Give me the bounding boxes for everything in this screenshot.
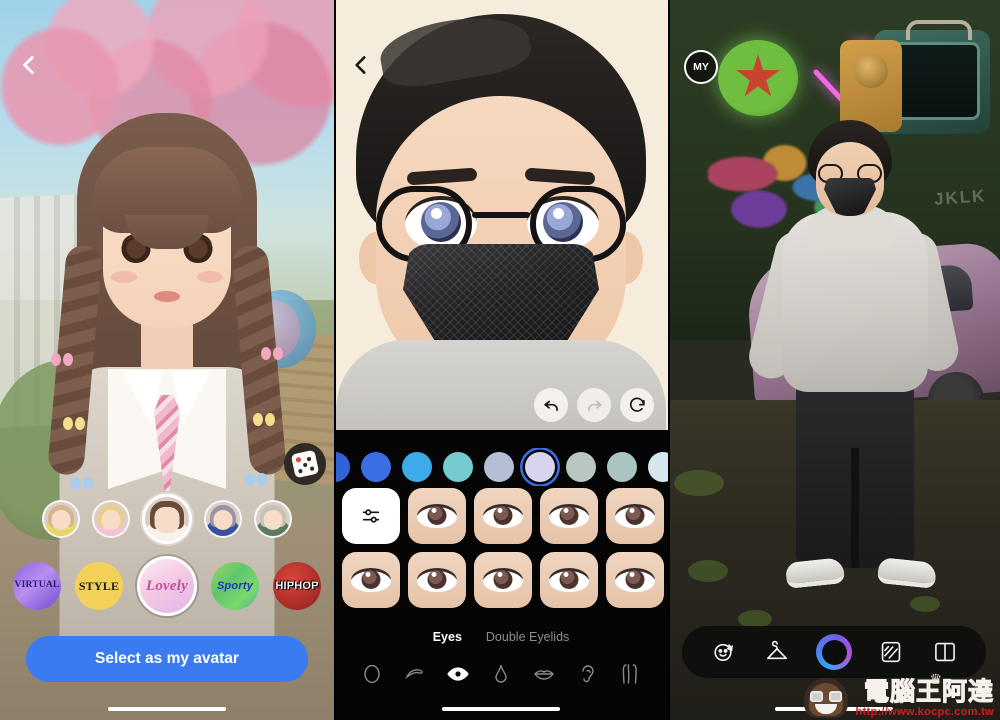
tab-double-eyelids[interactable]: Double Eyelids [486,630,569,644]
avatar-thumbnail-selected[interactable] [142,494,192,544]
chevron-left-icon [23,56,34,74]
color-swatch[interactable] [484,452,514,482]
eye-style-option[interactable] [342,552,400,608]
lips-icon[interactable] [531,661,557,687]
watermark-url: http://www.kocpc.com.tw [855,706,994,718]
color-swatch-selected[interactable] [525,452,555,482]
reset-button[interactable] [620,388,654,422]
eye-style-option[interactable] [606,488,664,544]
hanger-wardrobe-icon[interactable] [762,637,792,667]
mascot-glasses-icon [809,691,842,702]
reset-icon [629,397,645,412]
color-swatch[interactable] [648,452,668,482]
avatar-selection-screen: VIRTUAL STYLE Lovely Sporty HIPHOP Selec… [0,0,334,720]
book-feed-icon[interactable] [930,637,960,667]
randomize-avatar-button[interactable] [284,443,326,485]
ear-icon[interactable] [574,661,600,687]
star-sign [718,40,798,116]
eye-style-option[interactable] [540,488,598,544]
my-profile-button[interactable]: MY [684,50,718,84]
mirror-icon[interactable] [876,637,906,667]
back-button[interactable] [16,52,42,78]
eye-style-option[interactable] [408,552,466,608]
color-swatch[interactable] [607,452,637,482]
eye-style-option[interactable] [474,552,532,608]
nose-icon[interactable] [488,661,514,687]
style-chip-style[interactable]: STYLE [75,562,123,610]
facial-feature-tabbar [334,655,668,693]
color-swatch[interactable] [361,452,391,482]
dice-icon [290,449,320,479]
eye-style-option[interactable] [474,488,532,544]
back-button[interactable] [348,52,374,78]
redo-icon [587,400,602,411]
editor-subtab-row: Eyes Double Eyelids [334,626,668,648]
panel-divider [668,0,670,720]
avatar-thumbnail[interactable] [42,500,80,538]
home-indicator [108,707,226,711]
eye-style-option[interactable] [540,552,598,608]
color-swatch[interactable] [402,452,432,482]
eyebrow-icon[interactable] [402,661,428,687]
style-chip-lovely[interactable]: Lovely [137,556,197,616]
select-as-my-avatar-button[interactable]: Select as my avatar [26,636,308,682]
mascot-avatar [800,674,852,718]
avatar-thumbnail[interactable] [254,500,292,538]
style-chip-hiphop[interactable]: HIPHOP [273,562,321,610]
color-swatch[interactable] [334,452,350,482]
adjust-sliders-button[interactable] [342,488,400,544]
color-swatch[interactable] [566,452,596,482]
world-screen: JKLK MY [668,0,1000,720]
body-icon[interactable] [617,661,643,687]
emoji-face-icon[interactable] [708,637,738,667]
editor-preview-stage [334,0,668,452]
style-chip-virtual[interactable]: VIRTUAL [13,562,61,610]
face-shape-icon[interactable] [359,661,385,687]
redo-button[interactable] [577,388,611,422]
avatar-thumbnail[interactable] [92,500,130,538]
avatar-editor-screen: Eyes Double Eyelids [334,0,668,720]
undo-button[interactable] [534,388,568,422]
style-filter-list: VIRTUAL STYLE Lovely Sporty HIPHOP [0,551,334,621]
eye-icon[interactable] [445,661,471,687]
eye-style-option[interactable] [408,488,466,544]
sliders-icon [362,509,380,523]
eye-style-grid [342,488,668,614]
site-watermark: 電腦王阿達 http://www.kocpc.com.tw ♛ [800,671,995,718]
eye-style-option[interactable] [606,552,664,608]
chevron-left-icon [355,56,366,74]
panel-divider [334,0,336,720]
avatar-preview-male [744,120,963,650]
camera-ring-icon[interactable] [816,634,852,670]
tab-eyes[interactable]: Eyes [433,630,462,644]
three-screenshot-collage: VIRTUAL STYLE Lovely Sporty HIPHOP Selec… [0,0,1000,720]
crown-icon: ♛ [929,671,942,687]
avatar-thumbnail-list [0,493,334,545]
home-indicator [442,707,560,711]
style-chip-sporty[interactable]: Sporty [211,562,259,610]
edit-history-controls [534,388,654,422]
eye-color-swatch-row[interactable] [334,448,668,486]
color-swatch[interactable] [443,452,473,482]
avatar-thumbnail[interactable] [204,500,242,538]
undo-icon [543,400,558,411]
editor-option-tray: Eyes Double Eyelids [334,430,668,720]
